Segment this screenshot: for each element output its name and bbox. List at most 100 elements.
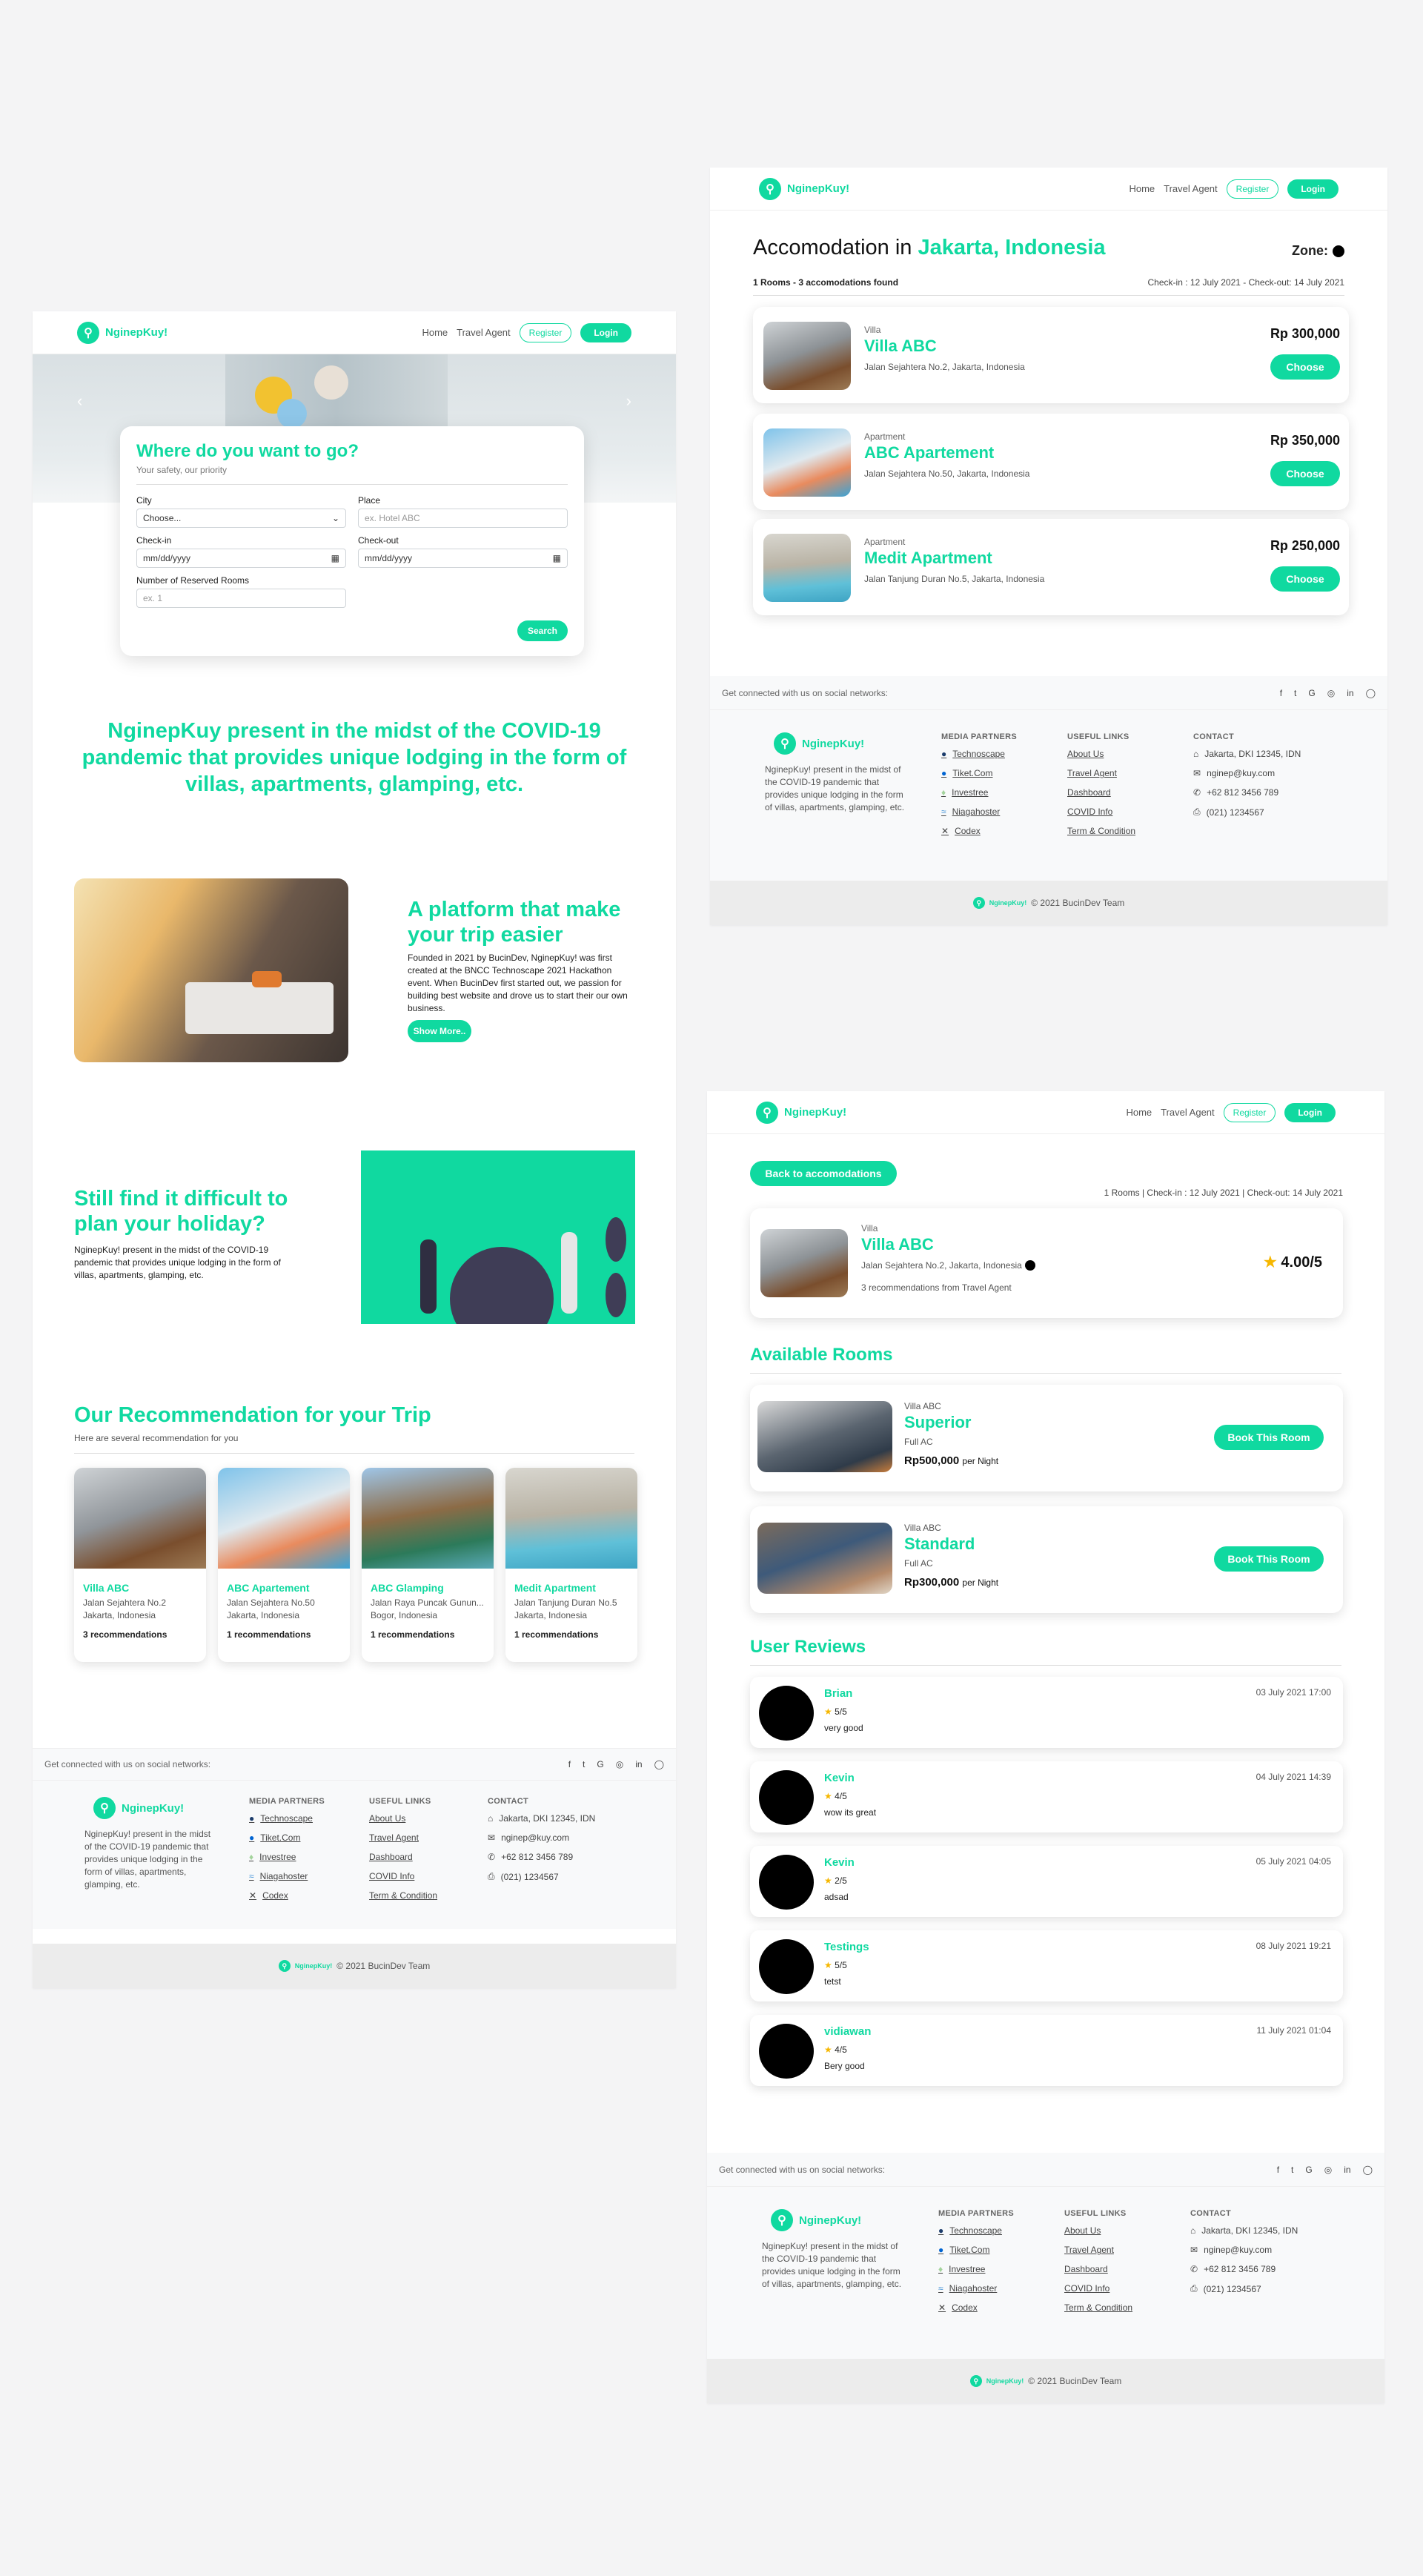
linkedin-icon[interactable]: in (1344, 2165, 1350, 2175)
facebook-icon[interactable]: f (1280, 688, 1282, 698)
show-more-button[interactable]: Show More.. (408, 1020, 471, 1042)
google-icon[interactable]: G (597, 1759, 603, 1769)
link-dashboard[interactable]: Dashboard (1067, 787, 1193, 798)
google-icon[interactable]: G (1308, 688, 1315, 698)
link-travel-agent[interactable]: Travel Agent (1064, 2245, 1190, 2255)
back-button[interactable]: Back to accomodations (750, 1161, 897, 1186)
codex-icon: ✕ (249, 1890, 257, 1901)
city-select[interactable]: Choose... ⌄ (136, 509, 346, 528)
link-travel-agent[interactable]: Travel Agent (369, 1832, 488, 1843)
nav-travel-agent[interactable]: Travel Agent (1164, 183, 1218, 194)
accomodation-card[interactable]: Villa Villa ABC Jalan Sejahtera No.2, Ja… (753, 307, 1349, 403)
link-terms[interactable]: Term & Condition (369, 1890, 488, 1901)
covid-heading: NginepKuy present in the midst of the CO… (82, 719, 627, 796)
recommendation-card[interactable]: Medit Apartment Jalan Tanjung Duran No.5 J… (505, 1468, 637, 1662)
footer-logo[interactable]: ⚲ NginepKuy! (93, 1797, 249, 1819)
nav-home[interactable]: Home (1129, 183, 1155, 194)
phone-icon: ✆ (1193, 787, 1201, 798)
media-tiket[interactable]: ● Tiket.Com (249, 1832, 369, 1843)
github-icon[interactable]: ◯ (1363, 2165, 1373, 2175)
recommendation-card[interactable]: ABC Apartement Jalan Sejahtera No.50 Jakar… (218, 1468, 350, 1662)
login-button[interactable]: Login (1287, 179, 1339, 199)
choose-button[interactable]: Choose (1270, 461, 1340, 486)
link-about[interactable]: About Us (1067, 749, 1193, 759)
link-covid[interactable]: COVID Info (1067, 807, 1193, 817)
recommendation-card[interactable]: Villa ABC Jalan Sejahtera No.2 Jakarta, In… (74, 1468, 206, 1662)
logo[interactable]: ⚲ NginepKuy! (77, 321, 167, 344)
media-investree[interactable]: ♦ Investree (249, 1852, 369, 1862)
media-tiket[interactable]: ● Tiket.Com (938, 2245, 1064, 2255)
link-terms[interactable]: Term & Condition (1064, 2302, 1190, 2313)
media-codex[interactable]: ✕ Codex (941, 826, 1067, 836)
choose-button[interactable]: Choose (1270, 566, 1340, 592)
nav-home[interactable]: Home (422, 327, 448, 338)
nav-travel-agent[interactable]: Travel Agent (1161, 1107, 1215, 1118)
media-niagahoster[interactable]: ≈ Niagahoster (249, 1871, 369, 1881)
twitter-icon[interactable]: t (1294, 688, 1296, 698)
login-button[interactable]: Login (1284, 1102, 1336, 1122)
instagram-icon[interactable]: ◎ (1327, 688, 1335, 698)
search-title: Where do you want to go? (136, 441, 359, 461)
link-covid[interactable]: COVID Info (1064, 2283, 1190, 2294)
apartment-image (218, 1468, 350, 1569)
twitter-icon[interactable]: t (1291, 2165, 1293, 2175)
media-technoscape[interactable]: ● Technoscape (938, 2225, 1064, 2236)
checkout-input[interactable]: mm/dd/yyyy ▦ (358, 549, 568, 568)
link-about[interactable]: About Us (369, 1813, 488, 1824)
logo[interactable]: ⚲ NginepKuy! (759, 177, 849, 200)
instagram-icon[interactable]: ◎ (1324, 2165, 1332, 2175)
google-icon[interactable]: G (1305, 2165, 1312, 2175)
accomodation-card[interactable]: Apartment ABC Apartement Jalan Sejahtera… (753, 414, 1349, 510)
zone-dot (1333, 245, 1344, 257)
media-technoscape[interactable]: ● Technoscape (249, 1813, 369, 1824)
nav-travel-agent[interactable]: Travel Agent (457, 327, 511, 338)
choose-button[interactable]: Choose (1270, 354, 1340, 380)
search-button[interactable]: Search (517, 620, 568, 641)
media-codex[interactable]: ✕ Codex (938, 2302, 1064, 2313)
media-codex[interactable]: ✕ Codex (249, 1890, 369, 1901)
facebook-icon[interactable]: f (568, 1759, 571, 1769)
rooms-input[interactable]: ex. 1 (136, 589, 346, 608)
recommendation-card[interactable]: ABC Glamping Jalan Raya Puncak Gunun... Bo… (362, 1468, 494, 1662)
media-technoscape[interactable]: ● Technoscape (941, 749, 1067, 759)
carousel-prev-icon[interactable]: ‹ (77, 391, 82, 411)
contact-title: CONTACT (488, 1797, 529, 1806)
book-room-button[interactable]: Book This Room (1214, 1425, 1324, 1450)
navbar: ⚲ NginepKuy! Home Travel Agent Register L… (707, 1091, 1384, 1134)
media-niagahoster[interactable]: ≈ Niagahoster (941, 807, 1067, 817)
register-button[interactable]: Register (1223, 1102, 1276, 1122)
register-button[interactable]: Register (1226, 179, 1279, 199)
logo[interactable]: ⚲ NginepKuy! (756, 1101, 846, 1124)
footer-logo[interactable]: ⚲ NginepKuy! (771, 2209, 938, 2231)
media-tiket[interactable]: ● Tiket.Com (941, 768, 1067, 778)
link-terms[interactable]: Term & Condition (1067, 826, 1193, 836)
link-travel-agent[interactable]: Travel Agent (1067, 768, 1193, 778)
link-dashboard[interactable]: Dashboard (1064, 2264, 1190, 2274)
link-about[interactable]: About Us (1064, 2225, 1190, 2236)
github-icon[interactable]: ◯ (654, 1759, 664, 1769)
nav-home[interactable]: Home (1126, 1107, 1152, 1118)
place-input[interactable]: ex. Hotel ABC (358, 509, 568, 528)
media-investree[interactable]: ♦ Investree (941, 787, 1067, 798)
instagram-icon[interactable]: ◎ (616, 1759, 623, 1769)
twitter-icon[interactable]: t (583, 1759, 585, 1769)
logo-text: NginepKuy! (799, 2214, 862, 2227)
github-icon[interactable]: ◯ (1366, 688, 1376, 698)
footer-main: ⚲ NginepKuy! NginepKuy! present in the mi… (710, 710, 1387, 881)
facebook-icon[interactable]: f (1277, 2165, 1279, 2175)
checkin-input[interactable]: mm/dd/yyyy ▦ (136, 549, 346, 568)
linkedin-icon[interactable]: in (1347, 688, 1353, 698)
carousel-next-icon[interactable]: › (626, 391, 631, 411)
book-room-button[interactable]: Book This Room (1214, 1546, 1324, 1572)
linkedin-icon[interactable]: in (635, 1759, 642, 1769)
media-investree[interactable]: ♦ Investree (938, 2264, 1064, 2274)
media-niagahoster[interactable]: ≈ Niagahoster (938, 2283, 1064, 2294)
acc-address: Jalan Sejahtera No.2, Jakarta, Indonesia (864, 362, 1025, 372)
link-dashboard[interactable]: Dashboard (369, 1852, 488, 1862)
link-covid[interactable]: COVID Info (369, 1871, 488, 1881)
accomodation-card[interactable]: Apartment Medit Apartment Jalan Tanjung … (753, 519, 1349, 615)
printer-icon: ⎙ (1190, 2283, 1198, 2294)
register-button[interactable]: Register (519, 322, 572, 342)
footer-logo[interactable]: ⚲ NginepKuy! (774, 732, 941, 755)
login-button[interactable]: Login (580, 322, 631, 342)
